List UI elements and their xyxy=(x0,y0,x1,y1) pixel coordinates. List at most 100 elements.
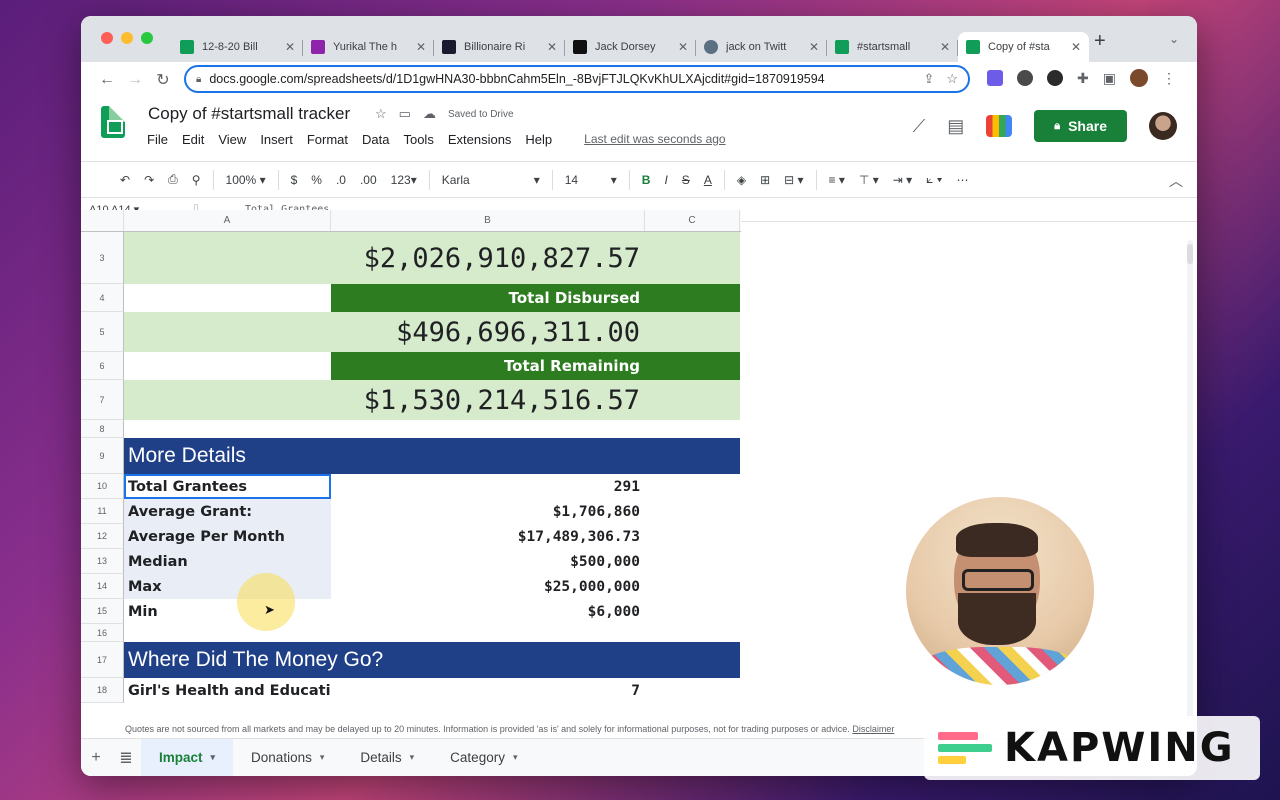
row-number[interactable]: 10 xyxy=(81,474,124,499)
max-value[interactable]: $25,000,000 xyxy=(331,574,740,599)
sheet-tab-donations[interactable]: Donations ▾ xyxy=(233,739,342,777)
fill-color-icon[interactable]: ◈ xyxy=(730,173,753,187)
row-number[interactable]: 17 xyxy=(81,642,124,678)
row-number[interactable]: 6 xyxy=(81,352,124,380)
average-grant-value[interactable]: $1,706,860 xyxy=(331,499,740,524)
more-formats-select[interactable]: 123▾ xyxy=(384,173,424,187)
row-number[interactable]: 4 xyxy=(81,284,124,312)
menu-insert[interactable]: Insert xyxy=(260,132,293,147)
vertical-align-icon[interactable]: ⊤ ▾ xyxy=(852,173,886,187)
total-disbursed-value[interactable]: $496,696,311.00 xyxy=(124,312,740,352)
chevron-up-icon[interactable]: ︿ xyxy=(1169,171,1183,191)
chevron-down-icon[interactable]: ▾ xyxy=(604,173,624,187)
maximize-window-button[interactable] xyxy=(141,32,153,44)
row-number[interactable]: 13 xyxy=(81,549,124,574)
row-number[interactable]: 5 xyxy=(81,312,124,352)
row-number[interactable]: 18 xyxy=(81,678,124,703)
cell[interactable] xyxy=(124,420,740,438)
percent-format-button[interactable]: % xyxy=(304,173,329,187)
category-value[interactable]: 7 xyxy=(331,678,740,703)
browser-tab[interactable]: Billionaire Ri ✕ xyxy=(434,32,565,62)
column-header-a[interactable]: A xyxy=(124,210,331,231)
redo-icon[interactable]: ↷ xyxy=(137,173,161,187)
browser-tab[interactable]: 12-8-20 Bill ✕ xyxy=(172,32,303,62)
last-edit-link[interactable]: Last edit was seconds ago xyxy=(584,132,725,147)
paint-format-icon[interactable]: ⚲ xyxy=(185,173,208,187)
minimize-window-button[interactable] xyxy=(121,32,133,44)
borders-icon[interactable]: ⊞ xyxy=(753,173,777,187)
forward-arrow-icon[interactable]: → xyxy=(121,71,149,89)
section-header-where-money-go[interactable]: Where Did The Money Go? xyxy=(124,642,740,678)
horizontal-align-icon[interactable]: ≡ ▾ xyxy=(822,173,852,187)
cell[interactable] xyxy=(124,624,740,642)
share-page-icon[interactable]: ⇪ xyxy=(923,71,934,87)
total-remaining-value[interactable]: $1,530,214,516.57 xyxy=(124,380,740,420)
decrease-decimal-button[interactable]: .0 xyxy=(329,173,353,187)
font-size-select[interactable]: 14 xyxy=(558,173,604,187)
sheet-tab-impact[interactable]: Impact ▾ xyxy=(141,738,234,776)
max-label[interactable]: Max xyxy=(124,574,331,599)
row-number[interactable]: 15 xyxy=(81,599,124,624)
more-options-icon[interactable]: ⋯ xyxy=(950,173,976,187)
row-number[interactable]: 7 xyxy=(81,380,124,420)
font-select[interactable]: Karla xyxy=(435,173,527,187)
row-number[interactable]: 9 xyxy=(81,438,124,474)
row-number[interactable]: 12 xyxy=(81,524,124,549)
browser-tab[interactable]: Yurikal The h ✕ xyxy=(303,32,434,62)
column-header-b[interactable]: B xyxy=(331,210,645,231)
row-number[interactable]: 11 xyxy=(81,499,124,524)
document-title[interactable]: Copy of #startsmall tracker xyxy=(148,104,350,124)
cell[interactable] xyxy=(124,352,331,380)
close-icon[interactable]: ✕ xyxy=(285,40,295,54)
address-bar[interactable]: 🔒︎ docs.google.com/spreadsheets/d/1D1gwH… xyxy=(184,65,970,93)
currency-format-button[interactable]: $ xyxy=(284,173,305,187)
row-number[interactable]: 3 xyxy=(81,232,124,284)
sheet-tab-category[interactable]: Category ▾ xyxy=(432,739,535,777)
merge-cells-icon[interactable]: ⊟ ▾ xyxy=(777,173,810,187)
close-icon[interactable]: ✕ xyxy=(940,40,950,54)
median-label[interactable]: Median xyxy=(124,549,331,574)
star-icon[interactable]: ☆ xyxy=(375,106,387,122)
close-icon[interactable]: ✕ xyxy=(809,40,819,54)
min-label[interactable]: Min xyxy=(124,599,331,624)
menu-view[interactable]: View xyxy=(218,132,246,147)
menu-edit[interactable]: Edit xyxy=(182,132,204,147)
average-grant-label[interactable]: Average Grant: xyxy=(124,499,331,524)
all-sheets-icon[interactable]: ≣ xyxy=(111,748,141,768)
increase-decimal-button[interactable]: .00 xyxy=(353,173,384,187)
row-number[interactable]: 14 xyxy=(81,574,124,599)
text-color-button[interactable]: A xyxy=(697,173,719,187)
extension-d-icon[interactable] xyxy=(987,70,1003,86)
browser-tab[interactable]: #startsmall ✕ xyxy=(827,32,958,62)
print-icon[interactable]: ⎙ xyxy=(161,172,185,187)
extension-icon[interactable] xyxy=(1017,70,1033,86)
back-arrow-icon[interactable]: ← xyxy=(93,71,121,89)
total-grantees-value[interactable]: 291 xyxy=(331,474,740,499)
close-icon[interactable]: ✕ xyxy=(1071,40,1081,54)
text-wrap-icon[interactable]: ⇥ ▾ xyxy=(886,173,919,187)
row-number[interactable]: 16 xyxy=(81,624,124,642)
more-vert-icon[interactable]: ⋮ xyxy=(1162,70,1176,87)
menu-format[interactable]: Format xyxy=(307,132,348,147)
section-header-more-details[interactable]: More Details xyxy=(124,438,740,474)
total-remaining-label[interactable]: Total Remaining xyxy=(331,352,740,380)
total-grant-value[interactable]: $2,026,910,827.57 xyxy=(124,232,740,284)
disclaimer-link[interactable]: Disclaimer xyxy=(852,724,894,734)
menu-tools[interactable]: Tools xyxy=(403,132,433,147)
menu-file[interactable]: File xyxy=(147,132,168,147)
puzzle-icon[interactable]: ✚ xyxy=(1077,70,1089,87)
column-header-c[interactable]: C xyxy=(645,210,740,231)
text-rotate-icon[interactable]: ⟀ ▾ xyxy=(919,172,949,187)
menu-extensions[interactable]: Extensions xyxy=(448,132,512,147)
trend-chart-icon[interactable]: ⟋ xyxy=(913,116,926,137)
reload-icon[interactable]: ↻ xyxy=(149,70,177,90)
meet-icon[interactable] xyxy=(986,115,1013,137)
close-icon[interactable]: ✕ xyxy=(416,40,426,54)
cell[interactable] xyxy=(124,284,331,312)
min-value[interactable]: $6,000 xyxy=(331,599,740,624)
median-value[interactable]: $500,000 xyxy=(331,549,740,574)
bookmark-star-icon[interactable]: ☆ xyxy=(946,71,958,87)
move-folder-icon[interactable]: ▭ xyxy=(399,106,411,122)
italic-button[interactable]: I xyxy=(657,173,674,187)
average-per-month-value[interactable]: $17,489,306.73 xyxy=(331,524,740,549)
